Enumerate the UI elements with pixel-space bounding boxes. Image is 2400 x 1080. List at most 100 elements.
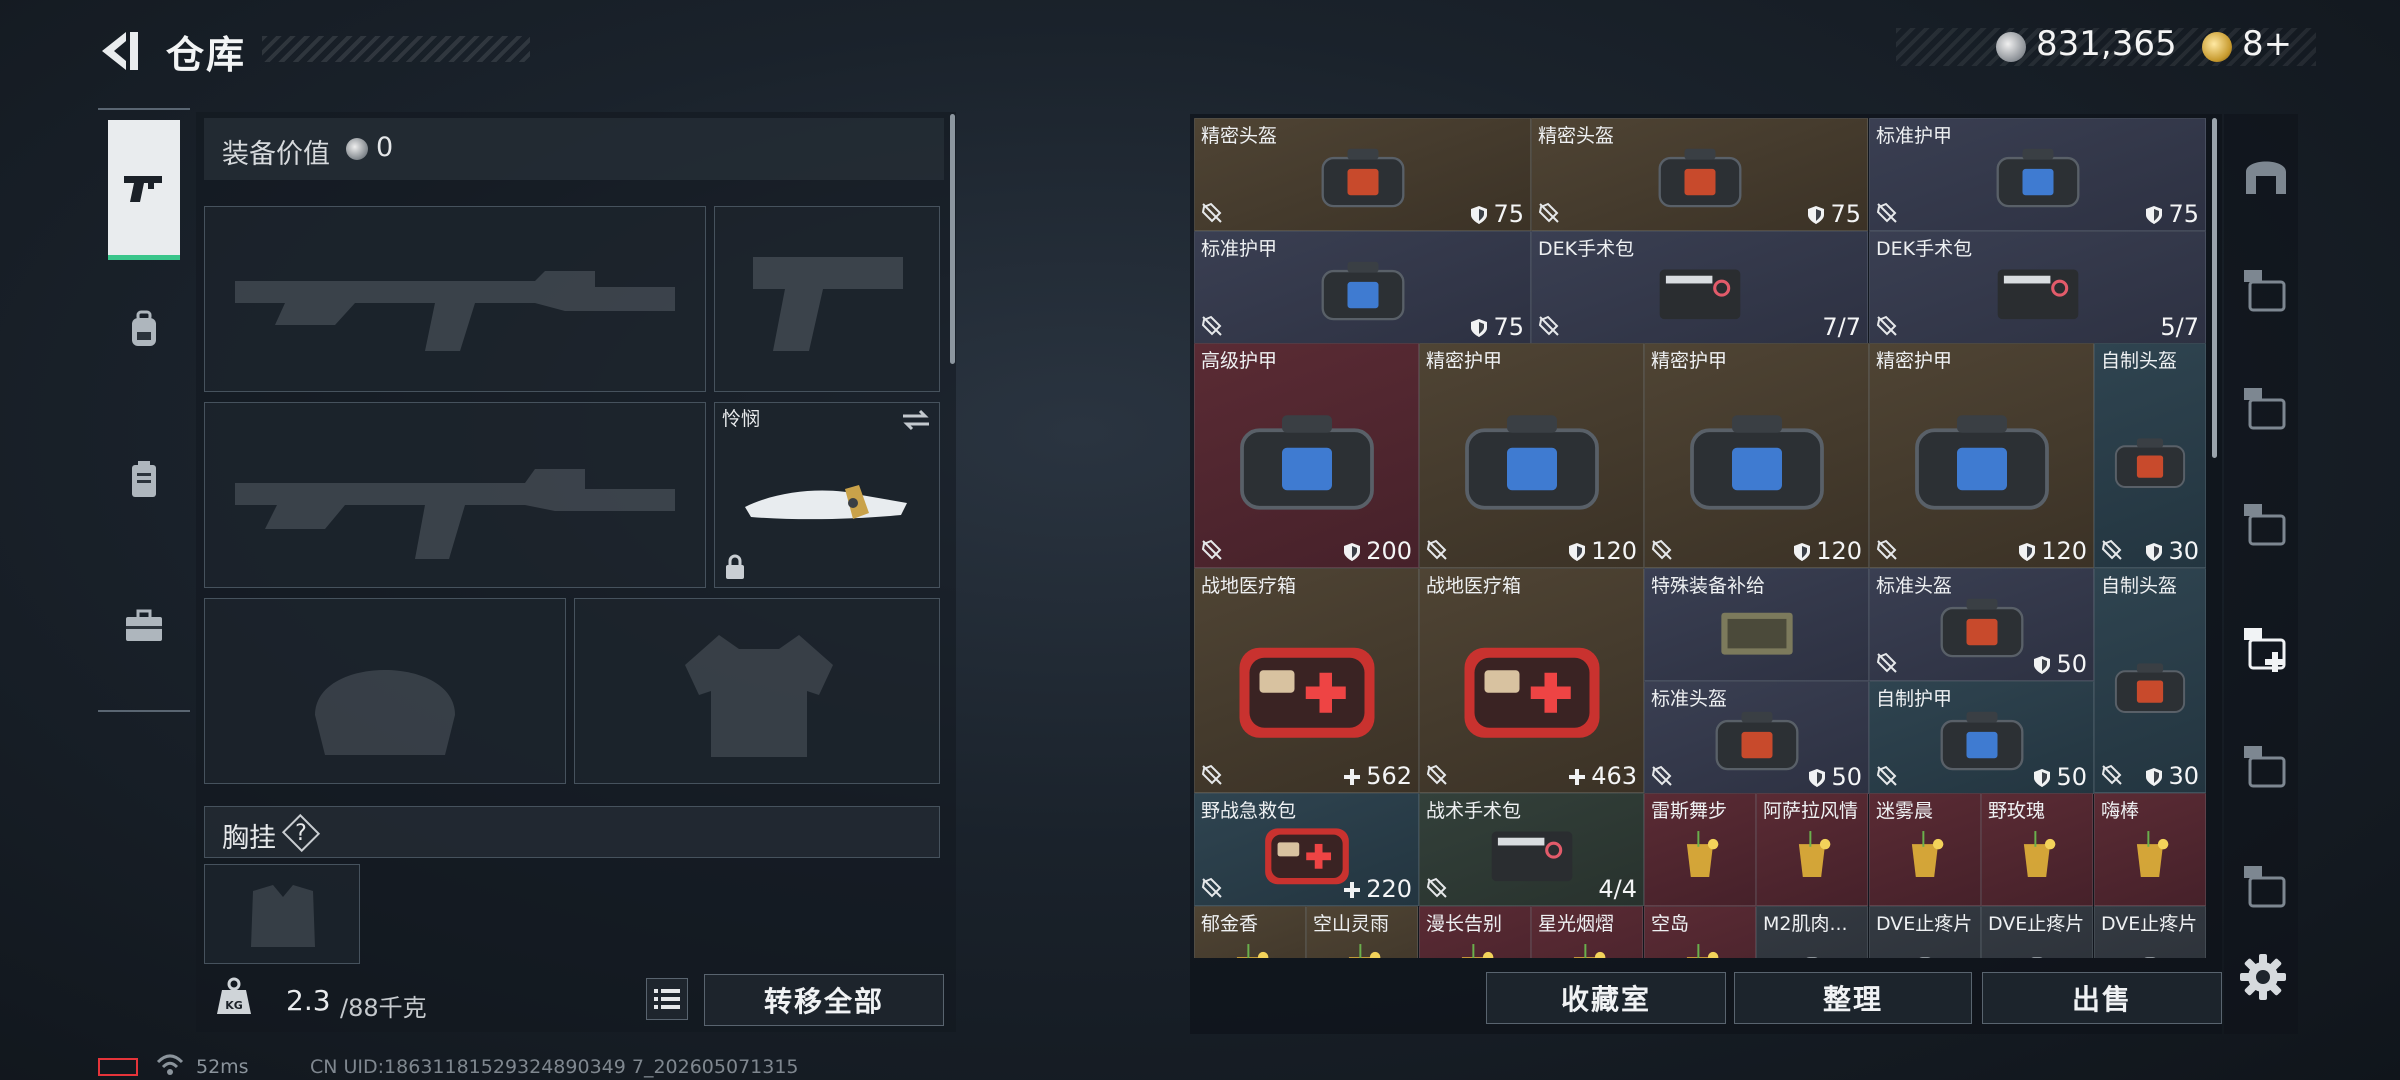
inventory-item[interactable]: 精密护甲 120 xyxy=(1644,343,1869,568)
inventory-item[interactable]: 精密头盔 75 xyxy=(1194,118,1531,231)
tab-weapons[interactable] xyxy=(108,120,180,260)
inventory-item[interactable]: 嗨棒 xyxy=(2094,793,2206,906)
swap-icon[interactable] xyxy=(901,409,931,431)
item-value-text: 75 xyxy=(2168,200,2199,228)
inventory-item[interactable]: 自制头盔 30 xyxy=(2094,568,2206,793)
inventory-item[interactable]: 自制头盔 30 xyxy=(2094,343,2206,568)
organize-button[interactable]: 整理 xyxy=(1734,972,1972,1024)
item-name: 漫长告别 xyxy=(1426,913,1503,935)
back-button[interactable] xyxy=(96,26,146,76)
chest-rig-silhouette-icon xyxy=(251,885,315,947)
inventory-item[interactable]: M2肌肉... xyxy=(1756,906,1868,958)
item-value: 30 xyxy=(2146,762,2199,790)
inventory-item[interactable]: 高级护甲 200 xyxy=(1194,343,1419,568)
item-value: 562 xyxy=(1344,762,1412,790)
gt-tab-icon xyxy=(2244,866,2286,908)
inventory-item[interactable]: 野战急救包 220 xyxy=(1194,793,1419,906)
inventory-item[interactable]: 自制护甲 50 xyxy=(1869,681,2094,794)
item-name: DVE止疼片 xyxy=(1876,913,1973,935)
transfer-all-button[interactable]: 转移全部 xyxy=(704,974,944,1026)
warehouse-tab-2[interactable] xyxy=(2240,266,2292,318)
gold-ticket-icon xyxy=(2202,32,2232,62)
inventory-item[interactable]: 野玫瑰 xyxy=(1981,793,2093,906)
inventory-item[interactable]: 标准头盔 50 xyxy=(1869,568,2094,681)
inventory-item[interactable]: 标准头盔 50 xyxy=(1644,681,1869,794)
item-name: 特殊装备补给 xyxy=(1651,575,1766,597)
primary-weapon-slot[interactable] xyxy=(204,206,706,392)
item-name: 雷斯舞步 xyxy=(1651,800,1728,822)
inventory-item[interactable]: 雷斯舞步 xyxy=(1644,793,1756,906)
warehouse-tab-5[interactable] xyxy=(2240,624,2292,676)
settings-button[interactable] xyxy=(2238,952,2288,1002)
armor-durability-icon xyxy=(2019,543,2036,561)
warehouse-scrollbar[interactable] xyxy=(2212,118,2217,458)
tab-backpack[interactable] xyxy=(108,260,180,400)
inventory-item[interactable]: 迷雾晨 xyxy=(1869,793,1981,906)
warehouse-tab-6[interactable] xyxy=(2240,742,2292,794)
inventory-item[interactable]: 特殊装备补给 xyxy=(1644,568,1869,681)
inventory-item[interactable]: DVE止疼片 xyxy=(1869,906,1981,958)
inventory-item[interactable]: 空山灵雨 xyxy=(1306,906,1418,958)
first-aid-case-icon xyxy=(1239,648,1374,739)
sidearm-slot[interactable] xyxy=(714,206,940,392)
inventory-item[interactable]: 战地医疗箱 562 xyxy=(1194,568,1419,793)
tier5-warehouse-tab-icon xyxy=(2244,388,2286,430)
item-name: 空山灵雨 xyxy=(1313,913,1390,935)
sell-button[interactable]: 出售 xyxy=(1982,972,2222,1024)
helmet-slot[interactable] xyxy=(204,598,566,784)
inventory-item[interactable]: 精密护甲 120 xyxy=(1419,343,1644,568)
armor-durability-icon xyxy=(1794,543,1811,561)
inventory-item[interactable]: DVE止疼片 xyxy=(2094,906,2206,958)
carry-weight-limit: /88千克 xyxy=(340,994,427,1022)
tab-briefcase[interactable] xyxy=(108,556,180,696)
chest-rig-help-button[interactable]: ? xyxy=(284,817,318,849)
warehouse-tab-7[interactable] xyxy=(2240,862,2292,914)
untradeable-icon xyxy=(1876,765,1897,786)
armor-durability-icon xyxy=(2146,206,2163,224)
gun-icon xyxy=(124,175,162,202)
secondary-weapon-slot[interactable] xyxy=(204,402,706,588)
item-name: 精密护甲 xyxy=(1426,350,1503,372)
untradeable-icon xyxy=(1651,539,1672,560)
untradeable-icon xyxy=(1651,765,1672,786)
page-title: 仓库 xyxy=(166,33,247,77)
inventory-item[interactable]: 标准护甲 75 xyxy=(1869,118,2206,231)
inventory-item[interactable]: 郁金香 xyxy=(1194,906,1306,958)
item-value-text: 4/4 xyxy=(1598,875,1637,903)
inventory-item[interactable]: DEK手术包 5/7 xyxy=(1869,231,2206,344)
armor-case-icon xyxy=(1996,148,2079,208)
warehouse-tab-4[interactable] xyxy=(2240,500,2292,552)
warehouse-tab-3[interactable] xyxy=(2240,384,2292,436)
inventory-item[interactable]: DVE止疼片 xyxy=(1981,906,2093,958)
untradeable-icon xyxy=(1876,652,1897,673)
untradeable-icon xyxy=(2101,539,2122,560)
user-uid: CN UID:18631181529324890349 7_2026050713… xyxy=(310,1056,799,1078)
collection-room-button[interactable]: 收藏室 xyxy=(1486,972,1726,1024)
inventory-item[interactable]: 战术手术包 4/4 xyxy=(1419,793,1644,906)
item-name: 精密头盔 xyxy=(1538,125,1615,147)
tab-armor[interactable] xyxy=(108,410,180,550)
tier4-warehouse-tab-icon xyxy=(2244,270,2286,312)
item-name: 迷雾晨 xyxy=(1876,800,1934,822)
inventory-item[interactable]: DEK手术包 7/7 xyxy=(1531,231,1868,344)
inventory-item[interactable]: 精密护甲 120 xyxy=(1869,343,2094,568)
inventory-item[interactable]: 空岛 xyxy=(1644,906,1756,958)
inventory-item[interactable]: 漫长告别 xyxy=(1419,906,1531,958)
item-name: 郁金香 xyxy=(1201,913,1259,935)
warehouse-tab-1[interactable] xyxy=(2240,150,2292,202)
back-arrow-icon xyxy=(102,32,138,70)
inventory-item[interactable]: 星光烟熠 xyxy=(1531,906,1643,958)
list-view-button[interactable] xyxy=(646,978,688,1020)
inventory-item[interactable]: 标准护甲 75 xyxy=(1194,231,1531,344)
equipment-scrollbar[interactable] xyxy=(950,114,955,364)
help-mark: ? xyxy=(295,820,307,846)
armor-case-icon xyxy=(1464,415,1599,511)
chest-rig-slot[interactable] xyxy=(204,864,360,964)
inventory-item[interactable]: 阿萨拉风情 xyxy=(1756,793,1868,906)
inventory-item[interactable]: 战地医疗箱 463 xyxy=(1419,568,1644,793)
inventory-item[interactable]: 精密头盔 75 xyxy=(1531,118,1868,231)
lock-icon xyxy=(726,554,744,579)
item-value: 75 xyxy=(1471,200,1524,228)
item-name: M2肌肉... xyxy=(1763,913,1848,935)
body-armor-slot[interactable] xyxy=(574,598,940,784)
